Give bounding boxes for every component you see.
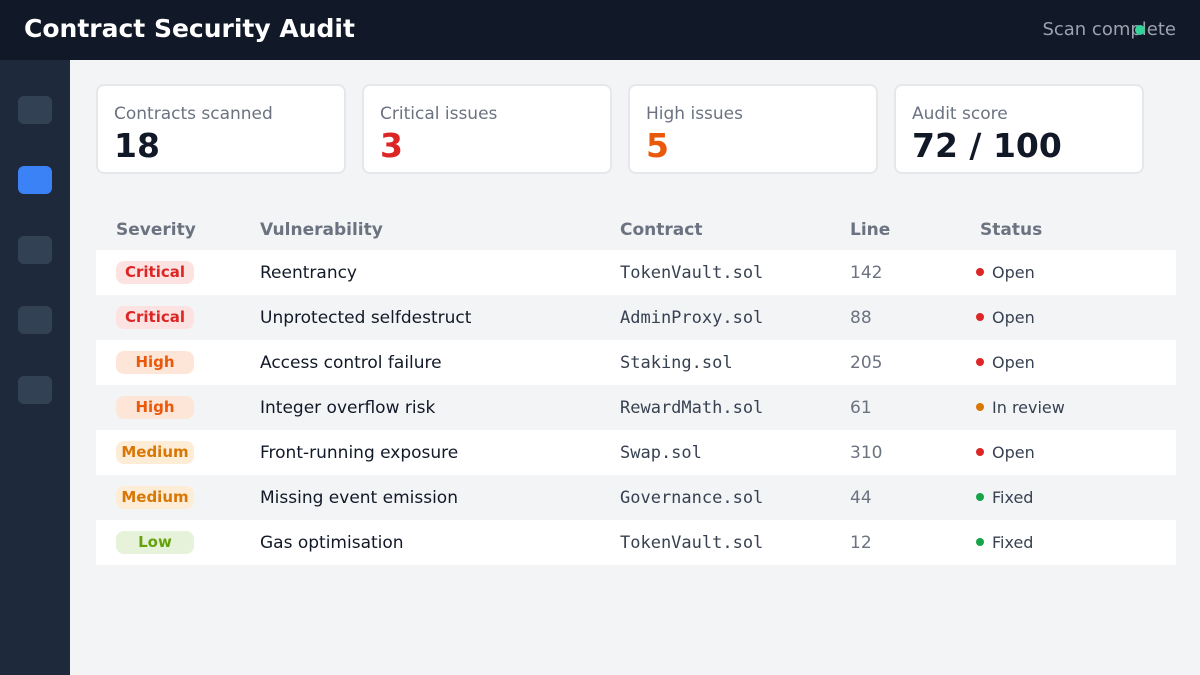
line-number: 205	[850, 353, 883, 373]
page-title: Contract Security Audit	[24, 14, 355, 43]
severity-badge: Medium	[116, 486, 194, 509]
line-number: 61	[850, 398, 872, 418]
vulnerability-name: Front-running exposure	[260, 443, 459, 463]
severity-badge: Medium	[116, 441, 194, 464]
card-value: 3	[380, 126, 403, 165]
card-label: Contracts scanned	[114, 104, 273, 124]
table-row[interactable]: High Access control failure Staking.sol 205…	[96, 340, 1176, 385]
line-number: 142	[850, 263, 883, 283]
contract-file[interactable]: RewardMath.sol	[620, 397, 763, 419]
status-dot-icon	[976, 403, 984, 411]
contract-file[interactable]: Staking.sol	[620, 352, 733, 374]
line-number: 310	[850, 443, 883, 463]
table-row[interactable]: Critical Reentrancy TokenVault.sol 142 Open	[96, 250, 1176, 295]
sidebar-item-4[interactable]	[18, 306, 52, 334]
status-dot-icon	[976, 268, 984, 276]
column-header-contract[interactable]: Contract	[620, 220, 702, 240]
contract-file[interactable]: TokenVault.sol	[620, 532, 763, 554]
severity-badge: Critical	[116, 306, 194, 329]
vulnerability-name: Reentrancy	[260, 263, 357, 283]
status-dot-icon	[976, 358, 984, 366]
status-text: Open	[992, 443, 1035, 462]
card-label: Audit score	[912, 104, 1008, 124]
status-text: Open	[992, 353, 1035, 372]
card-value: 72 / 100	[912, 126, 1062, 165]
card-value: 5	[646, 126, 669, 165]
vulnerability-name: Integer overflow risk	[260, 398, 436, 418]
card-label: Critical issues	[380, 104, 498, 124]
top-bar: Contract Security Audit Scan complete	[0, 0, 1200, 60]
line-number: 12	[850, 533, 872, 553]
contract-file[interactable]: TokenVault.sol	[620, 262, 763, 284]
status-text: Fixed	[992, 488, 1034, 507]
status-text: Open	[992, 263, 1035, 282]
findings-table: Critical Reentrancy TokenVault.sol 142 Open C…	[96, 250, 1176, 565]
card-critical-issues: Critical issues 3	[362, 84, 612, 174]
status-dot-icon	[976, 313, 984, 321]
severity-badge: Critical	[116, 261, 194, 284]
status-text: Open	[992, 308, 1035, 327]
card-value: 18	[114, 126, 160, 165]
card-contracts-scanned: Contracts scanned 18	[96, 84, 346, 174]
severity-badge: Low	[116, 531, 194, 554]
column-header-line[interactable]: Line	[850, 220, 890, 240]
sidebar	[0, 60, 70, 675]
table-row[interactable]: Medium Missing event emission Governance.s…	[96, 475, 1176, 520]
severity-badge: High	[116, 351, 194, 374]
table-row[interactable]: Critical Unprotected selfdestruct AdminPro…	[96, 295, 1176, 340]
card-high-issues: High issues 5	[628, 84, 878, 174]
card-audit-score: Audit score 72 / 100	[894, 84, 1144, 174]
severity-badge: High	[116, 396, 194, 419]
vulnerability-name: Gas optimisation	[260, 533, 404, 553]
line-number: 44	[850, 488, 872, 508]
column-header-status[interactable]: Status	[980, 220, 1042, 240]
contract-file[interactable]: Governance.sol	[620, 487, 763, 509]
table-row[interactable]: Low Gas optimisation TokenVault.sol 12 Fixed	[96, 520, 1176, 565]
status-dot-icon	[976, 493, 984, 501]
scan-status-text: Scan complete	[1042, 19, 1176, 40]
status-dot-icon	[976, 448, 984, 456]
contract-file[interactable]: Swap.sol	[620, 442, 702, 464]
line-number: 88	[850, 308, 872, 328]
table-row[interactable]: Medium Front-running exposure Swap.sol 310 O…	[96, 430, 1176, 475]
contract-file[interactable]: AdminProxy.sol	[620, 307, 763, 329]
column-header-severity[interactable]: Severity	[116, 220, 196, 240]
scan-status-dot-icon	[1135, 25, 1145, 35]
status-dot-icon	[976, 538, 984, 546]
sidebar-item-2[interactable]	[18, 166, 52, 194]
sidebar-item-5[interactable]	[18, 376, 52, 404]
vulnerability-name: Unprotected selfdestruct	[260, 308, 472, 328]
status-text: Fixed	[992, 533, 1034, 552]
table-header: Severity Vulnerability Contract Line Sta…	[96, 210, 1176, 250]
vulnerability-name: Missing event emission	[260, 488, 458, 508]
column-header-vulnerability[interactable]: Vulnerability	[260, 220, 383, 240]
sidebar-item-1[interactable]	[18, 96, 52, 124]
vulnerability-name: Access control failure	[260, 353, 442, 373]
status-text: In review	[992, 398, 1065, 417]
sidebar-item-3[interactable]	[18, 236, 52, 264]
table-row[interactable]: High Integer overflow risk RewardMath.sol 6…	[96, 385, 1176, 430]
card-label: High issues	[646, 104, 744, 124]
